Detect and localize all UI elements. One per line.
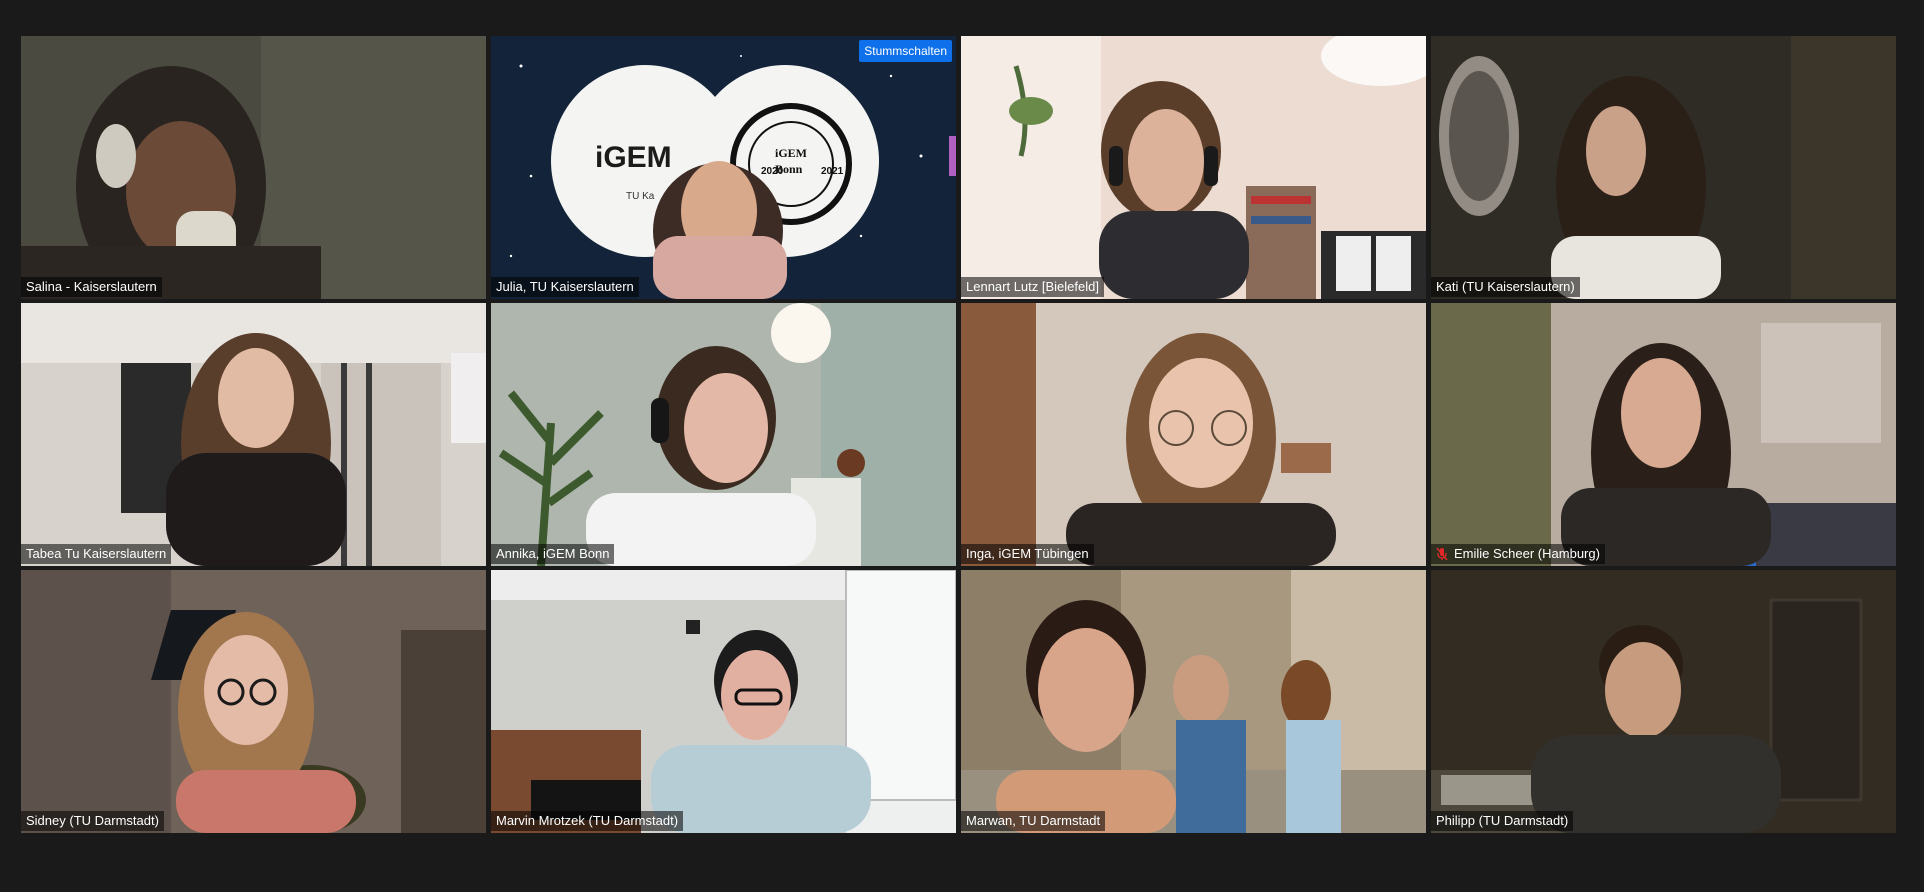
participant-name: Philipp (TU Darmstadt) xyxy=(1436,813,1569,828)
participant-name: Sidney (TU Darmstadt) xyxy=(26,813,159,828)
logo-text-right: iGEM xyxy=(775,146,807,160)
video-tile[interactable]: Kati (TU Kaiserslautern) xyxy=(1431,36,1896,299)
video-tile[interactable]: Marwan, TU Darmstadt xyxy=(961,570,1426,833)
video-feed xyxy=(961,570,1426,833)
logo-text-left: iGEM xyxy=(595,141,672,174)
video-feed xyxy=(491,570,956,833)
gallery-view: Salina - Kaiserslautern iGEM TU Ka 2020 … xyxy=(21,36,1896,833)
participant-name-label: Inga, iGEM Tübingen xyxy=(961,544,1094,564)
logo-subtext-left: TU Ka xyxy=(626,191,655,202)
participant-name: Tabea Tu Kaiserslautern xyxy=(26,546,167,561)
participant-name-label: Kati (TU Kaiserslautern) xyxy=(1431,277,1580,297)
participant-name-label: Lennart Lutz [Bielefeld] xyxy=(961,277,1104,297)
muted-microphone-icon xyxy=(1436,547,1448,561)
video-tile[interactable]: Salina - Kaiserslautern xyxy=(21,36,486,299)
participant-name: Emilie Scheer (Hamburg) xyxy=(1454,546,1600,561)
video-tile[interactable]: Philipp (TU Darmstadt) xyxy=(1431,570,1896,833)
mute-button[interactable]: Stummschalten xyxy=(859,40,952,62)
participant-name-label: Julia, TU Kaiserslautern xyxy=(491,277,639,297)
logo-year-right: 2021 xyxy=(821,166,844,177)
participant-name: Kati (TU Kaiserslautern) xyxy=(1436,279,1575,294)
video-feed xyxy=(491,303,956,566)
video-feed xyxy=(21,36,486,299)
video-feed xyxy=(21,303,486,566)
participant-name: Lennart Lutz [Bielefeld] xyxy=(966,279,1099,294)
video-feed xyxy=(961,303,1426,566)
participant-name: Inga, iGEM Tübingen xyxy=(966,546,1089,561)
participant-name-label: Sidney (TU Darmstadt) xyxy=(21,811,164,831)
participant-name-label: Annika, iGEM Bonn xyxy=(491,544,615,564)
meeting-window: Salina - Kaiserslautern iGEM TU Ka 2020 … xyxy=(0,0,1924,892)
participant-name-label: Tabea Tu Kaiserslautern xyxy=(21,544,172,564)
video-feed xyxy=(1431,36,1896,299)
video-tile[interactable]: Inga, iGEM Tübingen xyxy=(961,303,1426,566)
participant-name-label: Marvin Mrotzek (TU Darmstadt) xyxy=(491,811,684,831)
video-tile[interactable]: Tabea Tu Kaiserslautern xyxy=(21,303,486,566)
participant-name: Marwan, TU Darmstadt xyxy=(966,813,1101,828)
participant-name-label: Marwan, TU Darmstadt xyxy=(961,811,1106,831)
video-feed xyxy=(1431,570,1896,833)
participant-name: Annika, iGEM Bonn xyxy=(496,546,610,561)
video-feed xyxy=(1431,303,1896,566)
video-tile[interactable]: Emilie Scheer (Hamburg) xyxy=(1431,303,1896,566)
video-tile[interactable]: Annika, iGEM Bonn xyxy=(491,303,956,566)
participant-name: Salina - Kaiserslautern xyxy=(26,279,157,294)
participant-name: Julia, TU Kaiserslautern xyxy=(496,279,634,294)
video-feed xyxy=(961,36,1426,299)
video-feed xyxy=(21,570,486,833)
participant-name-label: Salina - Kaiserslautern xyxy=(21,277,162,297)
video-tile[interactable]: Sidney (TU Darmstadt) xyxy=(21,570,486,833)
participant-name-label: Philipp (TU Darmstadt) xyxy=(1431,811,1574,831)
video-feed xyxy=(491,36,956,299)
participant-name: Marvin Mrotzek (TU Darmstadt) xyxy=(496,813,679,828)
participant-name-label: Emilie Scheer (Hamburg) xyxy=(1431,544,1605,564)
video-tile-active-speaker[interactable]: Lennart Lutz [Bielefeld] xyxy=(961,36,1426,299)
logo-city-right: Bonn xyxy=(775,162,803,176)
video-tile[interactable]: Marvin Mrotzek (TU Darmstadt) xyxy=(491,570,956,833)
video-tile[interactable]: iGEM TU Ka 2020 iGEM Bonn 2021 Stummscha… xyxy=(491,36,956,299)
